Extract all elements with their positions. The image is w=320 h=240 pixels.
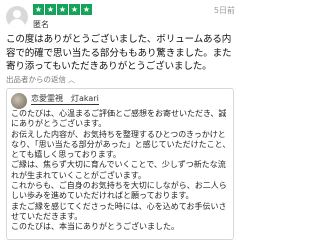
reviewer-avatar <box>6 6 28 28</box>
review-date: 5日前 <box>213 6 235 15</box>
star-icon: ★ <box>81 4 92 15</box>
reply-paragraph: これからも、ご自身のお気持ちを大切にしながら、お二人らしい歩みを進めていただけれ… <box>11 181 227 201</box>
reply-paragraph: ご縁は、焦らず大切に育んでいくことで、少しずつ新たな流れが生まれていくことがござ… <box>11 160 226 180</box>
seller-avatar[interactable] <box>11 93 27 109</box>
star-icon: ★ <box>69 4 80 15</box>
avatar-head <box>13 10 21 18</box>
reply-toggle-button[interactable]: 出品者からの返信 ︿ <box>6 74 75 85</box>
star-icon: ★ <box>57 4 68 15</box>
avatar-shoulders <box>9 19 25 28</box>
star-rating: ★ ★ ★ ★ ★ <box>33 4 92 16</box>
chevron-up-icon: ︿ <box>68 76 75 84</box>
star-icon: ★ <box>33 4 44 15</box>
reply-paragraph: お伝えした内容が、お気持ちを整理するひとつのきっかけとなり、「思い当たる部分があ… <box>11 129 231 160</box>
reply-paragraph: このたびは、心温まるご評価とご感想をお寄せいただき、誠にありがとうございます。 <box>11 109 227 129</box>
reply-paragraph: このたびは、本当にありがとうございました。 <box>11 222 179 232</box>
reply-paragraph: またご縁を感じてくださった時には、心を込めてお手伝いさせていただきます。 <box>11 201 227 221</box>
reply-toggle-label: 出品者からの返信 <box>6 75 66 84</box>
seller-name-link[interactable]: 恋愛霊視 灯akari <box>31 94 99 105</box>
seller-reply-text: このたびは、心温まるご評価とご感想をお寄せいただき、誠にありがとうございます。 … <box>11 109 231 233</box>
star-icon: ★ <box>45 4 56 15</box>
seller-reply-box: 恋愛霊視 灯akari このたびは、心温まるご評価とご感想をお寄せいただき、誠に… <box>6 88 234 240</box>
review-text: この度はありがとうございました、ボリュームある内容で的確で思い当たる部分ももあり… <box>6 34 232 72</box>
reviewer-name: 匿名 <box>33 20 49 29</box>
